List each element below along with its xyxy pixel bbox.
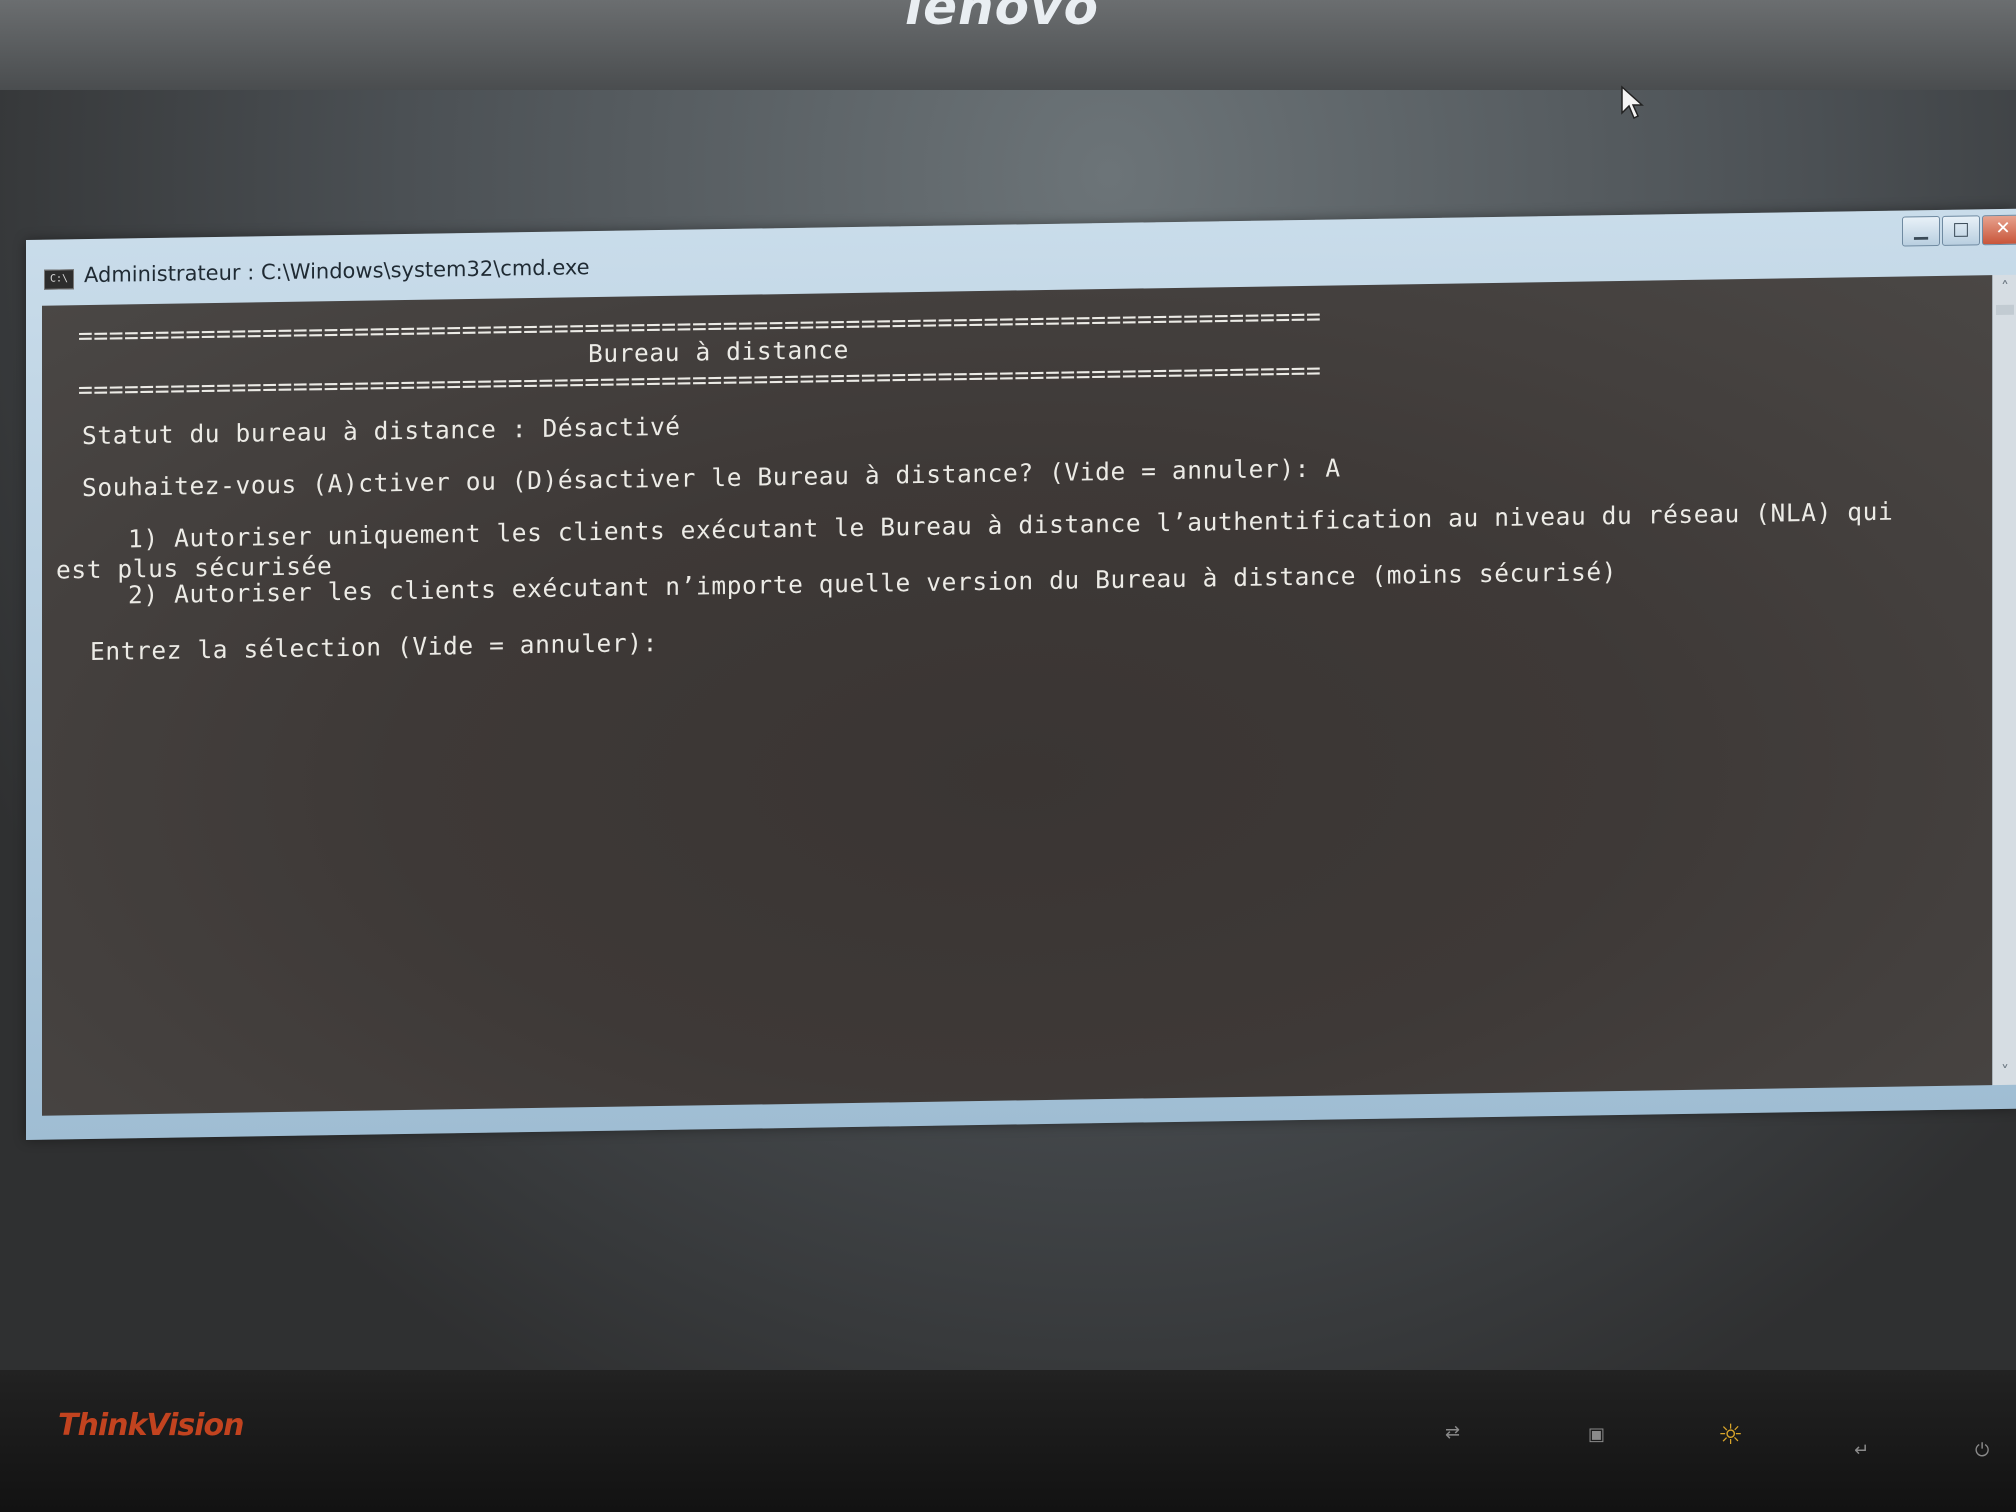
monitor-bottom-bezel	[0, 1370, 2016, 1512]
maximize-button[interactable]: □	[1942, 215, 1980, 246]
close-button[interactable]: ✕	[1982, 214, 2016, 246]
cmd-icon: C:\	[44, 269, 74, 290]
option-1-line-1: 1) Autoriser uniquement les clients exéc…	[82, 496, 1894, 555]
toggle-prompt: Souhaitez-vous (A)ctiver ou (D)ésactiver…	[82, 453, 1341, 503]
window-title: Administrateur : C:\Windows\system32\cmd…	[84, 255, 590, 288]
vertical-scrollbar[interactable]: ˄ ˅	[1992, 274, 2016, 1086]
brightness-icon[interactable]: ☼	[1718, 1418, 1743, 1451]
monitor-top-bezel: lenovo	[0, 0, 2016, 90]
scroll-up-icon[interactable]: ˄	[1993, 275, 2016, 301]
selection-prompt[interactable]: Entrez la sélection (Vide = annuler):	[90, 628, 658, 666]
lenovo-logo: lenovo	[905, 0, 1099, 36]
mouse-cursor-icon	[1621, 85, 1644, 120]
input-switch-icon[interactable]: ⇄	[1445, 1422, 1460, 1443]
console-output[interactable]: ========================================…	[42, 275, 1992, 1116]
power-icon[interactable]: ⏻	[1975, 1440, 1989, 1461]
enter-icon[interactable]: ↵	[1854, 1440, 1869, 1461]
menu-icon[interactable]: ▣	[1588, 1424, 1605, 1445]
scroll-down-icon[interactable]: ˅	[1993, 1059, 2016, 1085]
cmd-window[interactable]: C:\ Administrateur : C:\Windows\system32…	[26, 208, 2016, 1140]
minimize-button[interactable]: ▁	[1902, 215, 1940, 247]
thinkvision-logo: ThinkVision	[58, 1408, 244, 1443]
scroll-thumb[interactable]	[1996, 304, 2014, 316]
status-line: Statut du bureau à distance : Désactivé	[82, 411, 681, 451]
